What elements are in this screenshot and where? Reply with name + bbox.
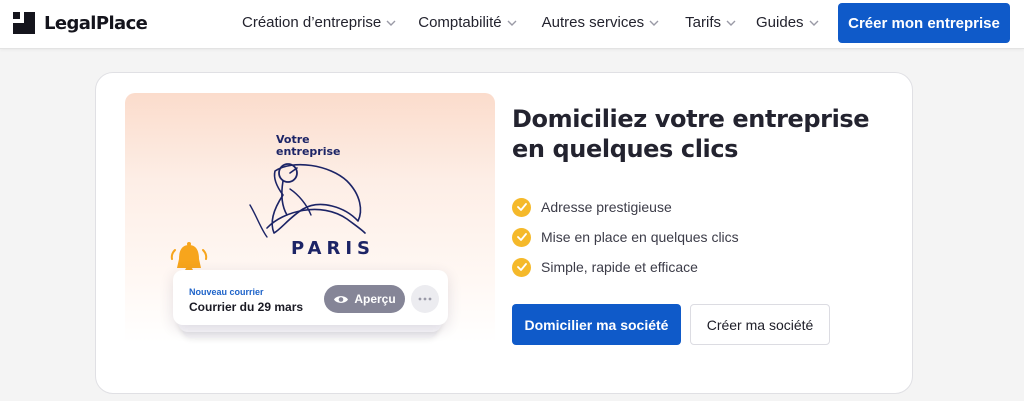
legalplace-logo-icon (13, 12, 35, 34)
more-options-button[interactable] (411, 285, 439, 313)
logo-text: LegalPlace (44, 12, 148, 34)
nav-item-guides[interactable]: Guides (756, 14, 819, 31)
nav-item-creation-entreprise[interactable]: Création d’entreprise (242, 14, 396, 31)
more-dots-icon (418, 297, 432, 301)
city-label: PARIS (291, 238, 375, 259)
feature-list: Adresse prestigieuse Mise en place en qu… (512, 192, 739, 282)
chevron-down-icon (649, 20, 659, 26)
handwritten-label-line2: entreprise (276, 145, 341, 158)
chevron-down-icon (809, 20, 819, 26)
nav-item-autres-services[interactable]: Autres services (542, 14, 660, 31)
nav-item-comptabilite[interactable]: Comptabilité (418, 14, 517, 31)
feature-item: Mise en place en quelques clics (512, 222, 739, 252)
notification-title: Courrier du 29 mars (189, 300, 304, 314)
chevron-down-icon (386, 20, 396, 26)
check-circle-icon (512, 257, 531, 277)
nav-item-label: Guides (756, 14, 804, 31)
create-company-cta-button[interactable]: Créer mon entreprise (838, 3, 1010, 43)
feature-label: Mise en place en quelques clics (541, 229, 739, 245)
feature-item: Adresse prestigieuse (512, 192, 739, 222)
notification-tag: Nouveau courrier (189, 287, 264, 297)
check-circle-icon (512, 227, 531, 247)
chevron-down-icon (726, 20, 736, 26)
logo[interactable]: LegalPlace (13, 12, 148, 34)
nav-item-label: Autres services (541, 14, 645, 31)
domicile-company-button[interactable]: Domicilier ma société (512, 304, 681, 345)
nav-item-label: Création d’entreprise (242, 14, 382, 31)
nav-item-label: Comptabilité (418, 14, 502, 31)
preview-button[interactable]: Aperçu (324, 285, 405, 313)
nav-item-label: Tarifs (685, 14, 722, 31)
top-navigation-bar: LegalPlace Création d’entreprise Comptab… (0, 0, 1024, 49)
nav-item-tarifs[interactable]: Tarifs (685, 14, 736, 31)
main-menu: Création d’entreprise Comptabilité Autre… (242, 14, 819, 31)
hero-headline: Domiciliez votre entreprise en quelques … (512, 105, 870, 163)
check-circle-icon (512, 197, 531, 217)
chevron-down-icon (507, 20, 517, 26)
mail-notification-card: Nouveau courrier Courrier du 29 mars Ape… (173, 270, 448, 325)
feature-label: Adresse prestigieuse (541, 199, 672, 215)
feature-label: Simple, rapide et efficace (541, 259, 698, 275)
feature-item: Simple, rapide et efficace (512, 252, 739, 282)
eye-icon (334, 295, 349, 303)
preview-button-label: Aperçu (354, 292, 396, 306)
create-company-button[interactable]: Créer ma société (690, 304, 830, 345)
